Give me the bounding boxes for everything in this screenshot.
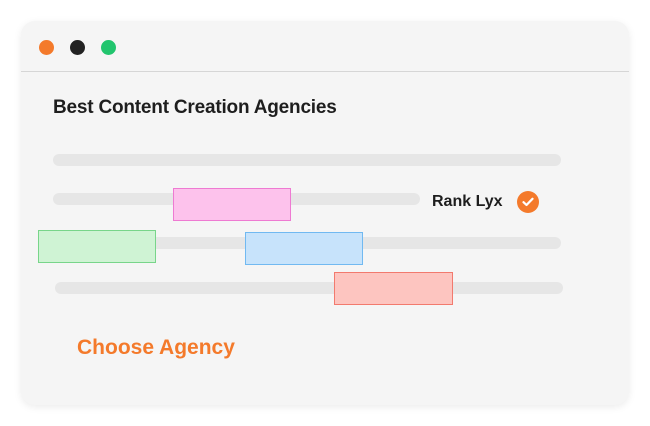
green-agency-block (38, 230, 156, 263)
close-dot[interactable] (39, 40, 54, 55)
placeholder-bar (55, 282, 563, 294)
choose-agency-link[interactable]: Choose Agency (77, 336, 235, 360)
check-circle-icon (516, 191, 539, 213)
rank-label: Rank Lyx (432, 193, 503, 210)
minimize-dot[interactable] (70, 40, 85, 55)
rank-lyx-result: Rank Lyx (432, 191, 539, 213)
blue-agency-block (245, 232, 363, 265)
pink-agency-block (173, 188, 291, 221)
browser-window: Best Content Creation Agencies Rank Lyx … (21, 21, 629, 405)
placeholder-bar (53, 154, 561, 166)
red-agency-block (334, 272, 453, 305)
title-bar (21, 21, 629, 72)
page-title: Best Content Creation Agencies (53, 97, 337, 118)
maximize-dot[interactable] (101, 40, 116, 55)
